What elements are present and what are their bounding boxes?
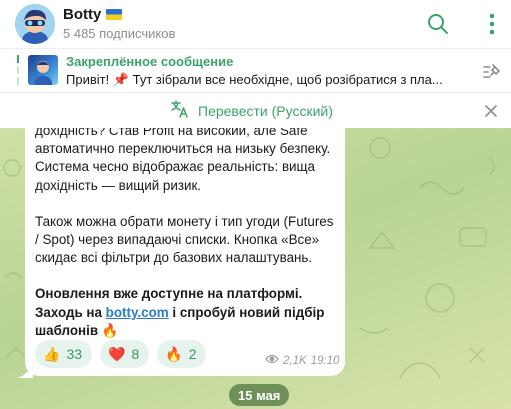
translate-button[interactable]: Перевести (Русский)	[170, 99, 333, 124]
pinned-thumbnail	[28, 55, 58, 85]
channel-name-text: Botty	[63, 6, 102, 23]
channel-title[interactable]: Botty	[63, 6, 123, 23]
subscriber-count: 5 485 подписчиков	[63, 26, 176, 41]
message-bold-line: Оновлення вже доступне на платформі.	[35, 286, 303, 302]
message-paragraph: дохідність? Став Profit на високий, але …	[35, 128, 331, 193]
message-text: дохідність? Став Profit на високий, але …	[35, 128, 337, 340]
chat-area[interactable]: дохідність? Став Profit на високий, але …	[0, 128, 511, 409]
reactions-row: 👍 33 ❤️ 8 🔥 2	[35, 340, 207, 368]
message-paragraph-bold: Оновлення вже доступне на платформі. Захо…	[35, 285, 337, 340]
pinned-title: Закреплённое сообщение	[66, 54, 234, 69]
close-icon[interactable]	[483, 103, 499, 119]
heart-icon: ❤️	[108, 345, 126, 362]
channel-avatar[interactable]	[15, 4, 55, 44]
thumbs-up-icon: 👍	[43, 345, 61, 362]
more-vertical-icon[interactable]	[478, 10, 506, 38]
ukraine-flag-icon	[106, 9, 123, 20]
search-icon[interactable]	[424, 10, 452, 38]
botty-link[interactable]: botty.com	[106, 305, 169, 320]
message-meta: 2,1K 19:10	[265, 354, 339, 367]
date-separator: 15 мая	[229, 384, 290, 406]
message-paragraph: Також можна обрати монету і тип угоди (F…	[35, 213, 334, 266]
reaction-count: 2	[188, 346, 197, 362]
eye-icon	[265, 354, 279, 367]
translate-bar: Перевести (Русский)	[0, 92, 511, 128]
pinned-message-bar[interactable]: Закреплённое сообщение Привіт! 📌 Тут зіб…	[0, 48, 511, 92]
reaction-count: 33	[66, 346, 83, 362]
translate-icon	[170, 99, 190, 124]
message-bold-prefix: Заходь на	[35, 304, 106, 320]
view-count: 2,1K	[283, 354, 307, 367]
reaction-fire[interactable]: 🔥 2	[157, 340, 207, 368]
reaction-count: 8	[131, 346, 140, 362]
pin-list-icon[interactable]	[480, 61, 502, 83]
pinned-text: Привіт! 📌 Тут зібрали все необхідне, щоб…	[66, 72, 443, 87]
reaction-heart[interactable]: ❤️ 8	[100, 340, 150, 368]
fire-icon: 🔥	[165, 345, 183, 362]
chat-header: Botty 5 485 подписчиков	[0, 0, 511, 48]
message-time: 19:10	[310, 354, 340, 367]
translate-label: Перевести (Русский)	[198, 103, 333, 119]
message-bubble[interactable]: дохідність? Став Profit на високий, але …	[25, 128, 345, 376]
reaction-thumbs-up[interactable]: 👍 33	[35, 340, 93, 368]
pinned-indicator	[17, 55, 19, 89]
bubble-tail	[17, 366, 33, 378]
